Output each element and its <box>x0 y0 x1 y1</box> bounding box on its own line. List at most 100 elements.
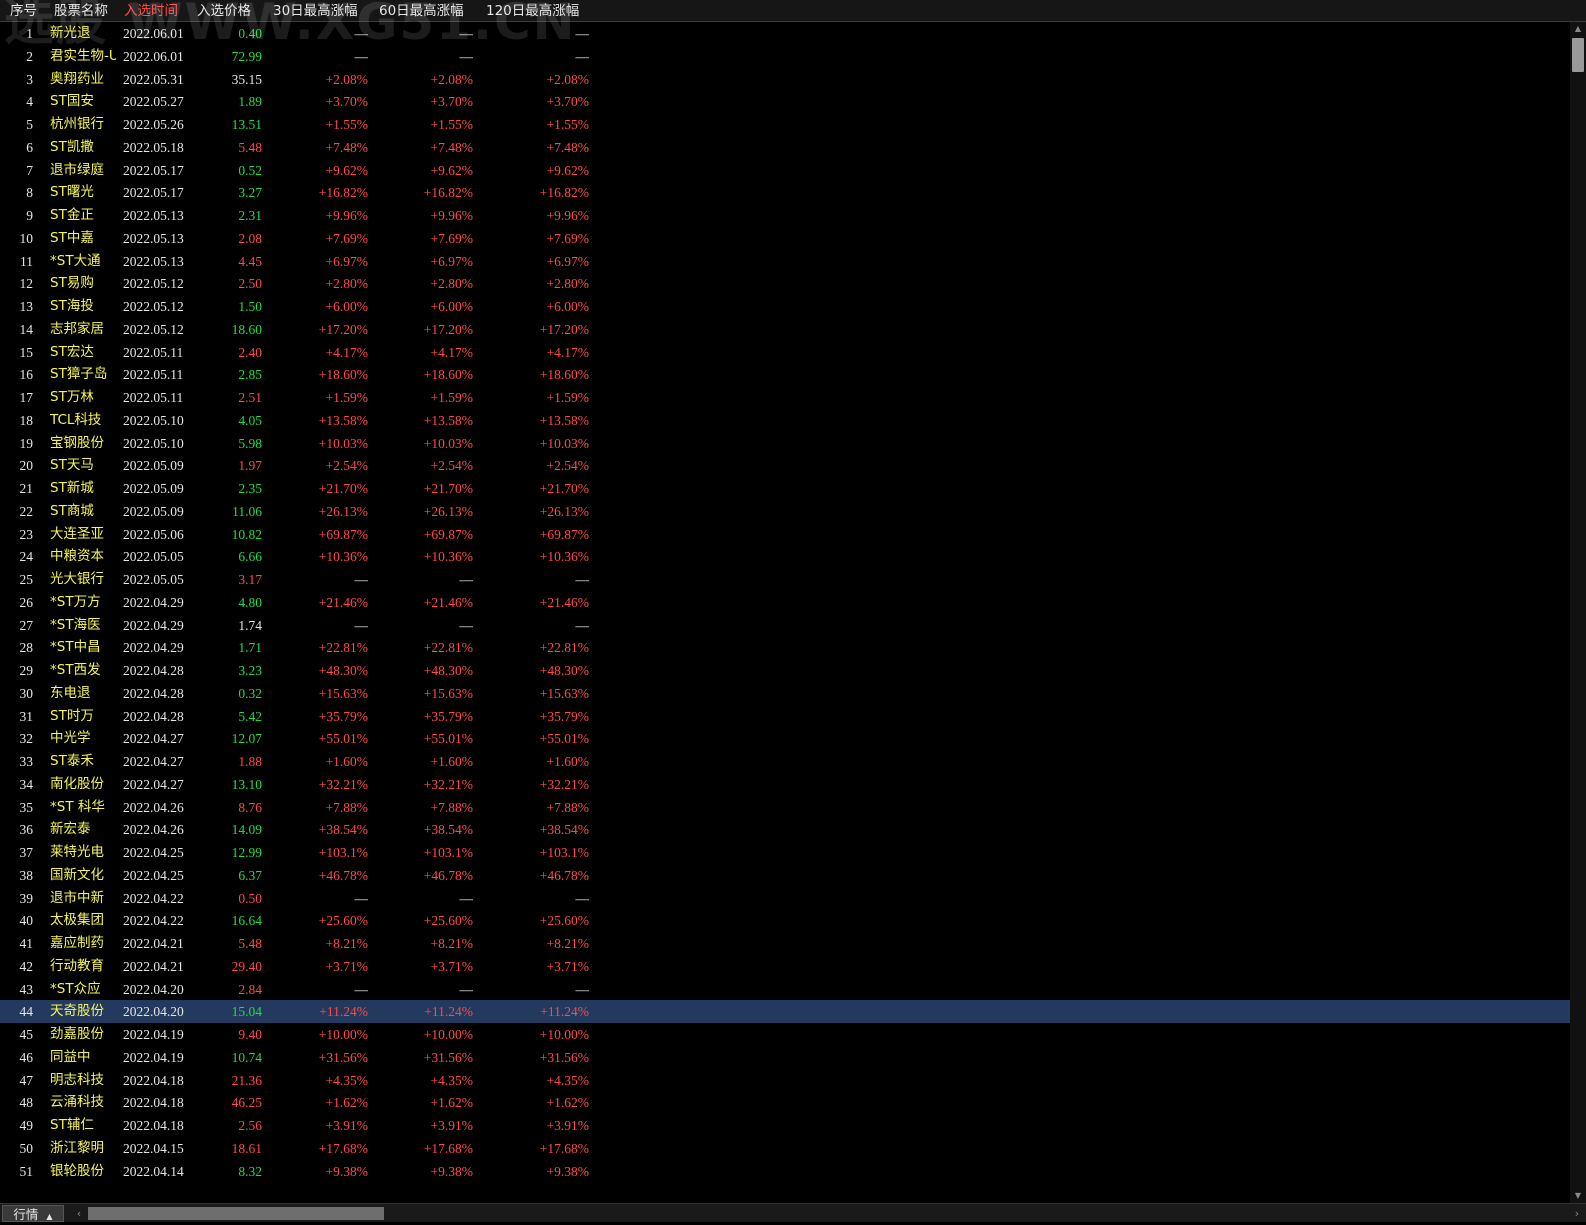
selected-date: 2022.04.27 <box>123 731 184 747</box>
column-header-price[interactable]: 入选价格 <box>197 0 251 22</box>
row-index: 30 <box>19 685 34 701</box>
table-row[interactable]: 49 ST辅仁 2022.04.18 2.56 +3.91% +3.91% +3.91% <box>0 1114 1570 1137</box>
table-row[interactable]: 8 ST曙光 2022.05.17 3.27 +16.82% +16.82% +16.82% <box>0 181 1570 204</box>
table-row[interactable]: 25 光大银行 2022.05.05 3.17 — — — <box>0 568 1570 591</box>
table-row[interactable]: 2 君实生物-U 2022.06.01 72.99 — — — <box>0 45 1570 68</box>
selected-price: 3.23 <box>238 663 262 678</box>
table-row[interactable]: 44 天奇股份 2022.04.20 15.04 +11.24% +11.24% +11.2… <box>0 1000 1570 1024</box>
gain-60d: +103.1% <box>423 845 473 860</box>
table-row[interactable]: 13 ST海投 2022.05.12 1.50 +6.00% +6.00% +6.00% <box>0 295 1570 318</box>
chevron-right-icon[interactable]: › <box>1570 1205 1584 1222</box>
horizontal-scroll-thumb[interactable] <box>88 1207 384 1220</box>
table-row[interactable]: 21 ST新城 2022.05.09 2.35 +21.70% +21.70% +21.70… <box>0 477 1570 500</box>
table-row[interactable]: 38 国新文化 2022.04.25 6.37 +46.78% +46.78% +46.78… <box>0 864 1570 887</box>
gain-60d: +3.91% <box>430 1118 473 1133</box>
table-row[interactable]: 36 新宏泰 2022.04.26 14.09 +38.54% +38.54% +38.54… <box>0 818 1570 841</box>
vertical-scroll-thumb[interactable] <box>1572 38 1584 72</box>
selected-date: 2022.04.21 <box>123 958 184 974</box>
gain-30d: +46.78% <box>318 867 368 883</box>
column-header-date[interactable]: 入选时间 <box>124 0 178 22</box>
table-row[interactable]: 42 行动教育 2022.04.21 29.40 +3.71% +3.71% +3.71% <box>0 955 1570 978</box>
gain-60d: +6.00% <box>430 299 473 314</box>
column-header-name[interactable]: 股票名称 <box>54 0 108 22</box>
selected-price: 9.40 <box>238 1027 262 1042</box>
table-row[interactable]: 33 ST泰禾 2022.04.27 1.88 +1.60% +1.60% +1.60% <box>0 750 1570 773</box>
vertical-scrollbar[interactable]: ▲ ▼ <box>1570 22 1586 1203</box>
column-header-120d-gain[interactable]: 120日最高涨幅 <box>486 0 579 22</box>
table-row[interactable]: 1 新光退 2022.06.01 0.40 — — — <box>0 22 1570 45</box>
row-index: 27 <box>19 617 34 633</box>
table-row[interactable]: 9 ST金正 2022.05.13 2.31 +9.96% +9.96% +9.96% <box>0 204 1570 227</box>
table-row[interactable]: 48 云涌科技 2022.04.18 46.25 +1.62% +1.62% +1.62% <box>0 1091 1570 1114</box>
table-row[interactable]: 34 南化股份 2022.04.27 13.10 +32.21% +32.21% +32.2… <box>0 773 1570 796</box>
table-row[interactable]: 4 ST国安 2022.05.27 1.89 +3.70% +3.70% +3.70% <box>0 90 1570 113</box>
triangle-down-icon[interactable]: ▼ <box>1570 1189 1586 1203</box>
table-row[interactable]: 22 ST商城 2022.05.09 11.06 +26.13% +26.13% +26.1… <box>0 500 1570 523</box>
table-row[interactable]: 3 奥翔药业 2022.05.31 35.15 +2.08% +2.08% +2.08% <box>0 68 1570 91</box>
selected-date: 2022.04.18 <box>123 1072 184 1088</box>
table-row[interactable]: 29 *ST西发 2022.04.28 3.23 +48.30% +48.30% +48.3… <box>0 659 1570 682</box>
table-row[interactable]: 15 ST宏达 2022.05.11 2.40 +4.17% +4.17% +4.17% <box>0 341 1570 364</box>
gain-60d: +18.60% <box>423 367 473 383</box>
selected-date: 2022.05.09 <box>123 503 184 519</box>
selected-date: 2022.05.05 <box>123 572 184 587</box>
stock-name: 君实生物-U <box>50 47 116 64</box>
selected-price: 4.05 <box>238 412 262 428</box>
table-row[interactable]: 32 中光学 2022.04.27 12.07 +55.01% +55.01% +55.01… <box>0 727 1570 750</box>
tab-market[interactable]: 行情 ▲ <box>2 1205 64 1222</box>
table-row[interactable]: 28 *ST中昌 2022.04.29 1.71 +22.81% +22.81% +22.8… <box>0 636 1570 659</box>
stock-name: ST泰禾 <box>50 753 94 769</box>
table-row[interactable]: 12 ST易购 2022.05.12 2.50 +2.80% +2.80% +2.80% <box>0 272 1570 295</box>
selected-price: 12.07 <box>231 731 262 747</box>
table-row[interactable]: 19 宝钢股份 2022.05.10 5.98 +10.03% +10.03% +10.03… <box>0 432 1570 455</box>
selected-price: 5.48 <box>238 936 262 951</box>
gain-120d: +9.96% <box>546 208 589 223</box>
selected-date: 2022.04.26 <box>123 822 184 838</box>
table-row[interactable]: 45 劲嘉股份 2022.04.19 9.40 +10.00% +10.00% +10.00… <box>0 1023 1570 1046</box>
stock-name: 大连圣亚 <box>50 525 104 542</box>
row-index: 8 <box>26 185 33 201</box>
table-row[interactable]: 39 退市中新 2022.04.22 0.50 — — — <box>0 887 1570 910</box>
table-row[interactable]: 26 *ST万方 2022.04.29 4.80 +21.46% +21.46% +21.4… <box>0 591 1570 614</box>
row-index: 31 <box>19 708 34 724</box>
column-header-index[interactable]: 序号 <box>10 0 37 22</box>
table-row[interactable]: 35 *ST 科华 2022.04.26 8.76 +7.88% +7.88% +7.88% <box>0 796 1570 819</box>
table-row[interactable]: 18 TCL科技 2022.05.10 4.05 +13.58% +13.58% +13.5… <box>0 409 1570 432</box>
table-row[interactable]: 7 退市绿庭 2022.05.17 0.52 +9.62% +9.62% +9.62% <box>0 159 1570 182</box>
gain-30d: +103.1% <box>318 845 368 860</box>
table-row[interactable]: 40 太极集团 2022.04.22 16.64 +25.60% +25.60% +25.6… <box>0 909 1570 932</box>
column-header-30d-gain[interactable]: 30日最高涨幅 <box>273 0 358 22</box>
stock-name: ST凯撒 <box>50 138 94 155</box>
table-row[interactable]: 11 *ST大通 2022.05.13 4.45 +6.97% +6.97% +6.97% <box>0 250 1570 273</box>
row-index: 41 <box>19 936 34 951</box>
table-row[interactable]: 17 ST万林 2022.05.11 2.51 +1.59% +1.59% +1.59% <box>0 386 1570 409</box>
table-row[interactable]: 46 同益中 2022.04.19 10.74 +31.56% +31.56% +31.56… <box>0 1046 1570 1069</box>
table-row[interactable]: 27 *ST海医 2022.04.29 1.74 — — — <box>0 614 1570 637</box>
table-row[interactable]: 30 东电退 2022.04.28 0.32 +15.63% +15.63% +15.63% <box>0 682 1570 705</box>
selected-price: 72.99 <box>231 48 262 64</box>
selected-price: 1.88 <box>238 754 262 769</box>
table-row[interactable]: 50 浙江黎明 2022.04.15 18.61 +17.68% +17.68% +17.6… <box>0 1137 1570 1160</box>
table-row[interactable]: 5 杭州银行 2022.05.26 13.51 +1.55% +1.55% +1.55% <box>0 113 1570 136</box>
gain-120d: +35.79% <box>539 708 589 724</box>
table-row[interactable]: 6 ST凯撒 2022.05.18 5.48 +7.48% +7.48% +7.48% <box>0 136 1570 159</box>
table-row[interactable]: 47 明志科技 2022.04.18 21.36 +4.35% +4.35% +4.35% <box>0 1069 1570 1092</box>
gain-120d: +13.58% <box>539 412 589 428</box>
table-row[interactable]: 23 大连圣亚 2022.05.06 10.82 +69.87% +69.87% +69.8… <box>0 523 1570 546</box>
table-row[interactable]: 14 志邦家居 2022.05.12 18.60 +17.20% +17.20% +17.2… <box>0 318 1570 341</box>
table-row[interactable]: 31 ST时万 2022.04.28 5.42 +35.79% +35.79% +35.79… <box>0 705 1570 728</box>
stock-name: 南化股份 <box>50 775 104 792</box>
table-row[interactable]: 10 ST中嘉 2022.05.13 2.08 +7.69% +7.69% +7.69% <box>0 227 1570 250</box>
table-row[interactable]: 41 嘉应制药 2022.04.21 5.48 +8.21% +8.21% +8.21% <box>0 932 1570 955</box>
table-row[interactable]: 43 *ST众应 2022.04.20 2.84 — — — <box>0 978 1570 1001</box>
gain-120d: +7.88% <box>546 799 589 815</box>
table-row[interactable]: 24 中粮资本 2022.05.05 6.66 +10.36% +10.36% +10.36… <box>0 545 1570 568</box>
table-row[interactable]: 16 ST獐子岛 2022.05.11 2.85 +18.60% +18.60% +18.6… <box>0 363 1570 386</box>
table-row[interactable]: 20 ST天马 2022.05.09 1.97 +2.54% +2.54% +2.54% <box>0 454 1570 477</box>
table-row[interactable]: 51 银轮股份 2022.04.14 8.32 +9.38% +9.38% +9.38% <box>0 1160 1570 1183</box>
triangle-up-icon[interactable]: ▲ <box>1570 22 1586 36</box>
column-header-60d-gain[interactable]: 60日最高涨幅 <box>379 0 464 22</box>
table-row[interactable]: 37 莱特光电 2022.04.25 12.99 +103.1% +103.1% +103.… <box>0 841 1570 864</box>
selected-price: 1.50 <box>238 299 262 314</box>
chevron-left-icon[interactable]: ‹ <box>72 1205 86 1222</box>
